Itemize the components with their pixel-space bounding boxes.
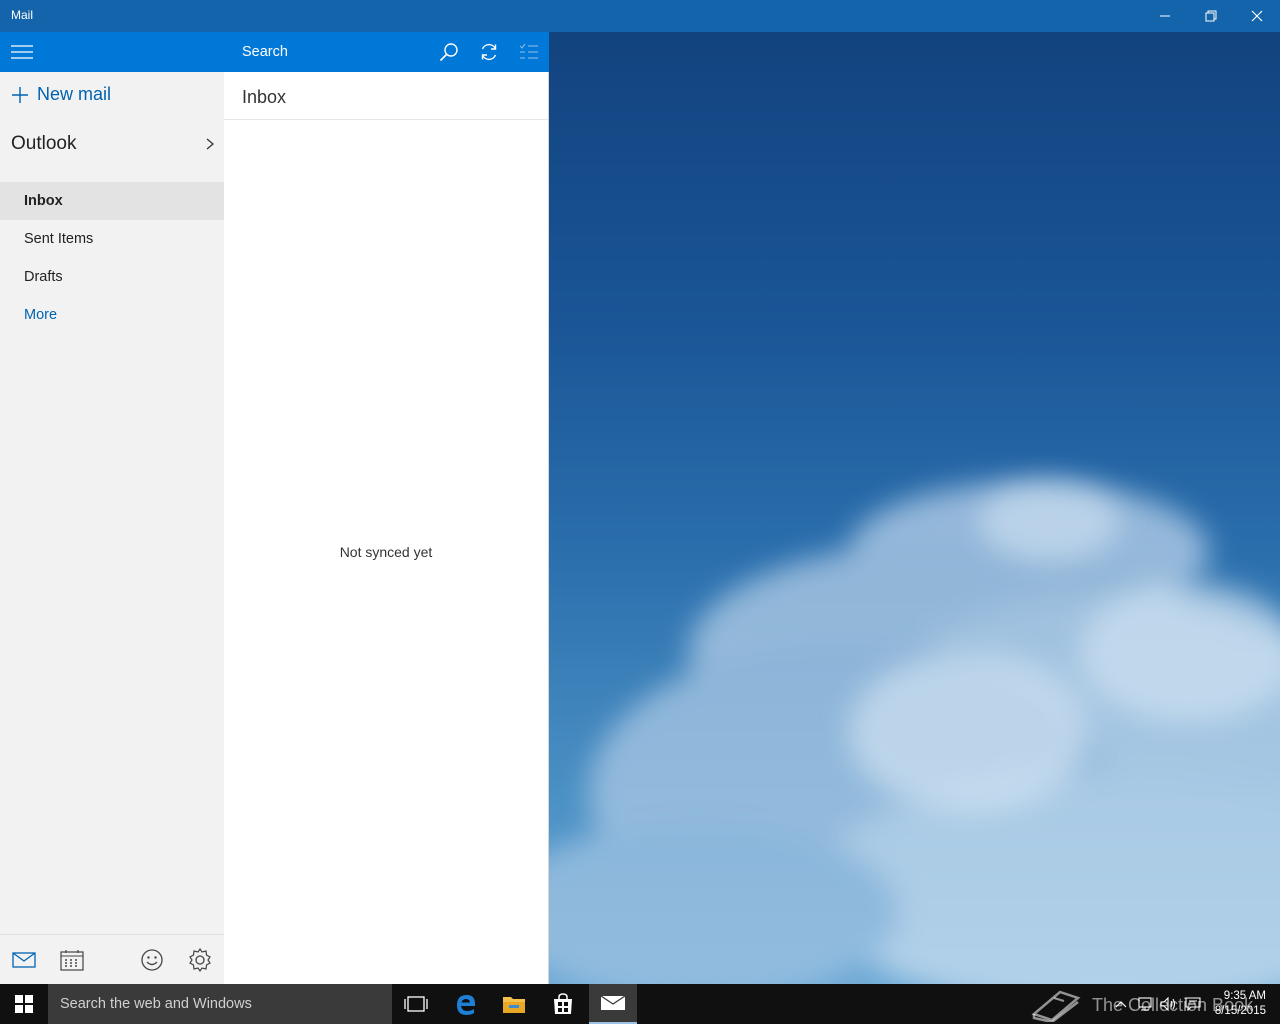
task-view-icon[interactable] xyxy=(392,984,440,1024)
mail-icon[interactable] xyxy=(11,947,37,973)
sync-icon[interactable] xyxy=(478,41,500,63)
restore-button[interactable] xyxy=(1188,0,1234,32)
watermark: The Collection Book xyxy=(1030,988,1253,1022)
empty-state-message: Not synced yet xyxy=(339,544,433,560)
feedback-smiley-icon[interactable] xyxy=(139,947,165,973)
cloud-background-image xyxy=(549,482,1280,984)
settings-gear-icon[interactable] xyxy=(187,947,213,973)
selection-mode-icon[interactable] xyxy=(518,41,540,63)
search-bar: Search xyxy=(224,32,549,72)
account-name: Outlook xyxy=(11,133,77,154)
minimize-icon xyxy=(1160,15,1170,17)
close-icon xyxy=(1251,10,1263,22)
nav-header xyxy=(0,32,224,72)
taskbar-search-placeholder: Search the web and Windows xyxy=(60,996,252,1012)
start-button[interactable] xyxy=(0,984,48,1024)
chevron-right-icon xyxy=(206,138,215,150)
minimize-button[interactable] xyxy=(1142,0,1188,32)
search-icon[interactable] xyxy=(438,41,460,63)
edge-icon[interactable] xyxy=(442,984,490,1024)
folder-drafts[interactable]: Drafts xyxy=(0,258,224,296)
message-list-pane: Search Inbox Not synced yet xyxy=(224,32,549,984)
plus-icon xyxy=(12,86,28,103)
folder-list: Inbox Sent Items Drafts More xyxy=(0,182,224,334)
folder-inbox[interactable]: Inbox xyxy=(0,182,224,220)
folder-more[interactable]: More xyxy=(0,296,224,334)
mail-app-taskbar-icon[interactable] xyxy=(589,984,637,1024)
new-mail-button[interactable]: New mail xyxy=(11,84,111,105)
list-header: Inbox xyxy=(224,72,548,120)
watermark-text: The Collection Book xyxy=(1092,994,1254,1015)
calendar-icon[interactable] xyxy=(59,947,85,973)
hamburger-menu-button[interactable] xyxy=(10,42,34,62)
book-icon xyxy=(1031,990,1081,1022)
windows-logo-icon xyxy=(15,995,33,1013)
close-button[interactable] xyxy=(1234,0,1280,32)
navigation-pane: New mail Outlook Inbox Sent Items Drafts… xyxy=(0,32,224,984)
search-input[interactable]: Search xyxy=(242,44,288,60)
new-mail-label: New mail xyxy=(37,84,112,104)
folder-title: Inbox xyxy=(242,87,287,107)
hamburger-icon xyxy=(11,45,33,59)
reading-pane-background xyxy=(549,32,1280,984)
file-explorer-icon[interactable] xyxy=(490,984,538,1024)
folder-sent-items[interactable]: Sent Items xyxy=(0,220,224,258)
nav-bottom-bar xyxy=(0,934,224,984)
taskbar-search-box[interactable]: Search the web and Windows xyxy=(48,984,392,1024)
restore-icon xyxy=(1205,10,1217,22)
account-outlook[interactable]: Outlook xyxy=(11,130,215,158)
title-bar: Mail xyxy=(0,0,1280,32)
window-title: Mail xyxy=(11,8,34,22)
store-icon[interactable] xyxy=(539,984,587,1024)
